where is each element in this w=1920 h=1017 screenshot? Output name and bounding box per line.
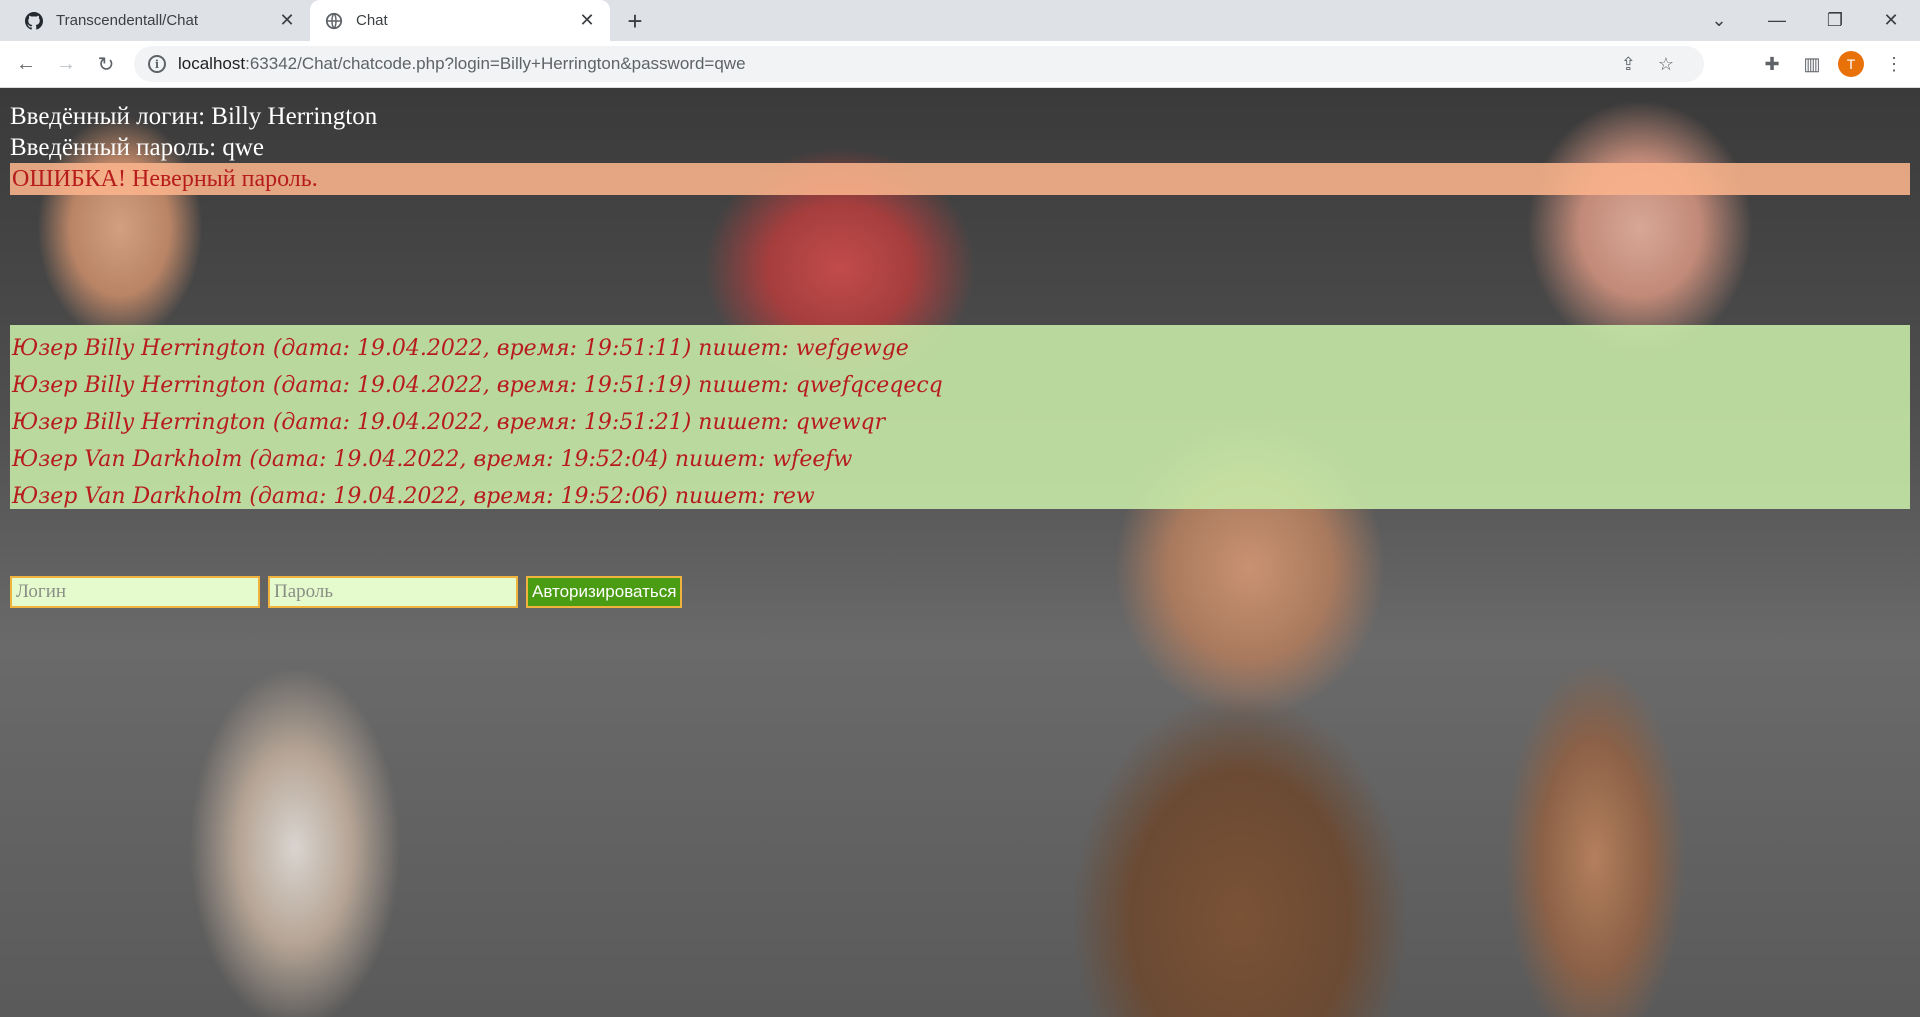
github-icon: [24, 11, 44, 31]
site-info-icon[interactable]: i: [148, 55, 166, 73]
authorize-button[interactable]: Авторизироваться: [526, 576, 683, 608]
tab-transcendentall-chat[interactable]: Transcendentall/Chat ✕: [10, 0, 310, 41]
close-tab-icon[interactable]: ✕: [578, 10, 596, 30]
address-bar[interactable]: i localhost:63342/Chat/chatcode.php?logi…: [134, 46, 1704, 82]
minimize-icon[interactable]: —: [1748, 0, 1806, 41]
share-icon[interactable]: ⇪: [1621, 54, 1636, 75]
chat-messages: Юзер Billy Herrington (дата: 19.04.2022,…: [10, 325, 1910, 509]
error-message: ОШИБКА! Неверный пароль.: [10, 163, 1910, 195]
chat-message: Юзер Billy Herrington (дата: 19.04.2022,…: [12, 336, 909, 361]
side-panel-icon[interactable]: ▥: [1796, 48, 1828, 80]
tab-title: Transcendentall/Chat: [56, 12, 199, 29]
login-form: Авторизироваться: [10, 576, 683, 608]
password-input[interactable]: [268, 576, 518, 608]
new-tab-icon[interactable]: +: [622, 8, 648, 34]
chat-message: Юзер Van Darkholm (дата: 19.04.2022, вре…: [12, 484, 815, 509]
close-tab-icon[interactable]: ✕: [278, 10, 296, 30]
menu-kebab-icon[interactable]: ⋮: [1878, 48, 1910, 80]
browser-toolbar: ← → ↻ i localhost:63342/Chat/chatcode.ph…: [0, 41, 1920, 88]
tab-title: Chat: [356, 12, 388, 29]
forward-icon[interactable]: →: [50, 48, 82, 80]
page-viewport: Введённый логин: Billy Herrington Введён…: [0, 88, 1920, 1017]
entered-password-text: Введённый пароль: qwe: [10, 134, 264, 161]
tab-strip: Transcendentall/Chat ✕ Chat ✕ + ⌄ — ❐ ✕: [0, 0, 1920, 41]
entered-login-text: Введённый логин: Billy Herrington: [10, 103, 378, 130]
close-window-icon[interactable]: ✕: [1862, 0, 1920, 41]
restore-icon[interactable]: ❐: [1806, 0, 1864, 41]
bookmark-star-icon[interactable]: ☆: [1658, 54, 1674, 75]
tab-chat[interactable]: Chat ✕: [310, 0, 610, 41]
login-input[interactable]: [10, 576, 260, 608]
chat-message: Юзер Billy Herrington (дата: 19.04.2022,…: [12, 410, 886, 435]
back-icon[interactable]: ←: [10, 48, 42, 80]
chat-message: Юзер Van Darkholm (дата: 19.04.2022, вре…: [12, 447, 853, 472]
url-text[interactable]: localhost:63342/Chat/chatcode.php?login=…: [178, 54, 746, 74]
extensions-icon[interactable]: ✚: [1756, 48, 1788, 80]
chat-message: Юзер Billy Herrington (дата: 19.04.2022,…: [12, 373, 943, 398]
globe-icon: [324, 11, 344, 31]
reload-icon[interactable]: ↻: [90, 48, 122, 80]
profile-avatar[interactable]: T: [1838, 51, 1864, 77]
tab-search-icon[interactable]: ⌄: [1690, 0, 1748, 41]
